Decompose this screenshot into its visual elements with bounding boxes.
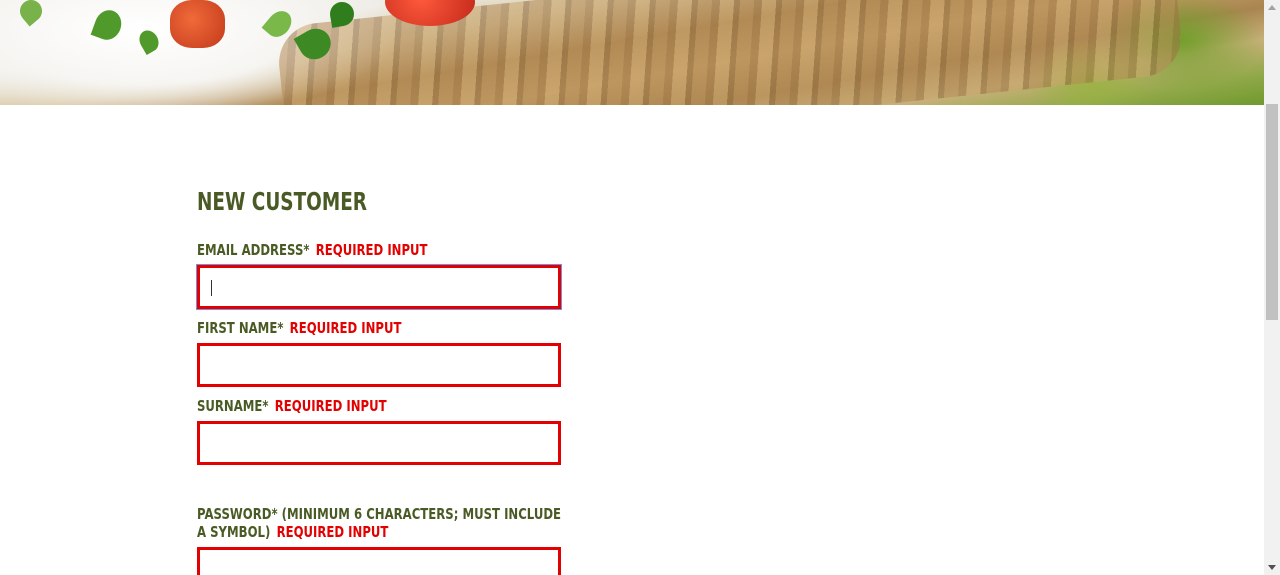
email-input[interactable] <box>197 265 561 309</box>
form-title: NEW CUSTOMER <box>197 187 368 216</box>
email-field-group: EMAIL ADDRESS* REQUIRED INPUT <box>197 241 561 309</box>
scroll-up-arrow-icon[interactable] <box>1268 5 1276 10</box>
email-label: EMAIL ADDRESS* REQUIRED INPUT <box>197 241 481 259</box>
password-label: PASSWORD* (MINIMUM 6 CHARACTERS; MUST IN… <box>197 505 564 541</box>
page: NEW CUSTOMER EMAIL ADDRESS* REQUIRED INPU… <box>0 0 1280 575</box>
surname-label-text: SURNAME* <box>197 397 269 415</box>
hero-banner-image <box>0 0 1264 105</box>
first-name-input[interactable] <box>197 343 561 387</box>
password-field-group: PASSWORD* (MINIMUM 6 CHARACTERS; MUST IN… <box>197 505 667 575</box>
scrollbar-thumb[interactable] <box>1266 104 1278 320</box>
surname-label: SURNAME* REQUIRED INPUT <box>197 397 481 415</box>
surname-required-error: REQUIRED INPUT <box>274 397 387 415</box>
email-label-text: EMAIL ADDRESS* <box>197 241 310 259</box>
surname-field-group: SURNAME* REQUIRED INPUT <box>197 397 561 465</box>
first-name-required-error: REQUIRED INPUT <box>289 319 402 337</box>
new-customer-form: NEW CUSTOMER EMAIL ADDRESS* REQUIRED INPU… <box>197 183 561 575</box>
vertical-scrollbar[interactable] <box>1264 0 1280 575</box>
text-caret <box>211 280 212 296</box>
first-name-label-text: FIRST NAME* <box>197 319 284 337</box>
password-required-error: REQUIRED INPUT <box>276 523 389 541</box>
scroll-down-arrow-icon[interactable] <box>1268 565 1276 570</box>
first-name-label: FIRST NAME* REQUIRED INPUT <box>197 319 481 337</box>
surname-input[interactable] <box>197 421 561 465</box>
email-required-error: REQUIRED INPUT <box>315 241 428 259</box>
password-input[interactable] <box>197 547 561 575</box>
hero-tomato <box>170 0 225 48</box>
first-name-field-group: FIRST NAME* REQUIRED INPUT <box>197 319 561 387</box>
